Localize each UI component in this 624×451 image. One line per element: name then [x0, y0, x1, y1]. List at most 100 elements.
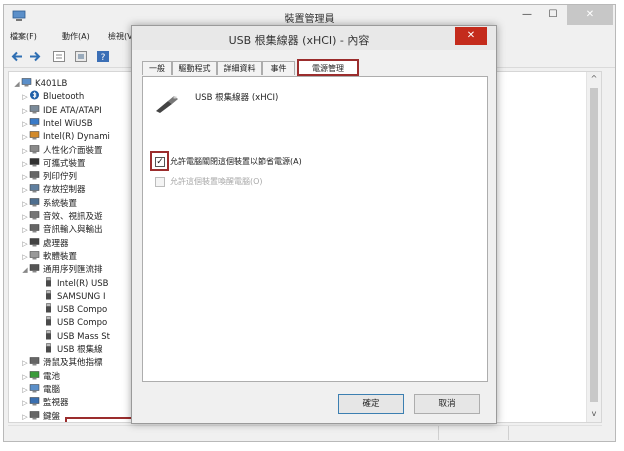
tree-item[interactable]: ▷ 存放控制器 [21, 183, 86, 196]
computer-icon [29, 383, 40, 393]
tree-item[interactable]: USB Mass St [35, 329, 110, 343]
usb-plug-icon [43, 329, 54, 340]
tree-item[interactable]: ▷ 軟體裝置 [21, 250, 77, 263]
tree-item[interactable]: USB 根集線 [35, 343, 103, 356]
tree-item-label: 電腦 [43, 384, 61, 395]
scroll-thumb[interactable] [590, 88, 598, 402]
allow-power-off-label[interactable]: 允許電腦關閉這個裝置以節省電源(A) [170, 156, 302, 168]
expand-arrow-icon[interactable]: ▷ [21, 118, 29, 131]
tree-item[interactable]: USB Compo [35, 316, 107, 329]
expand-arrow-icon[interactable]: ▷ [21, 384, 29, 397]
usb-plug-icon [43, 303, 54, 313]
expand-arrow-icon[interactable]: ▷ [21, 198, 29, 211]
allow-wake-label: 允許這個裝置喚醒電腦(O) [170, 177, 263, 186]
tree-item[interactable]: SAMSUNG I [35, 289, 106, 303]
tree-item[interactable]: ▷ 鍵盤 [21, 410, 60, 423]
storage-controller-icon [29, 183, 40, 193]
tab-power-management[interactable]: 電源管理 [297, 59, 359, 76]
tab-general[interactable]: 一般 [142, 61, 172, 75]
audio-io-icon [29, 223, 40, 233]
properties-icon[interactable] [52, 50, 66, 63]
ok-button[interactable]: 確定 [338, 394, 404, 414]
tree-item[interactable]: ▷ 音效、視訊及遊 [21, 210, 103, 223]
dialog-close-button[interactable]: ✕ [455, 27, 487, 45]
tree-item[interactable]: ▷ Intel(R) Dynami [21, 130, 110, 143]
vertical-scrollbar[interactable]: ^ v [586, 72, 601, 422]
tree-item[interactable]: ▷ 處理器 [21, 237, 69, 250]
expand-arrow-icon[interactable]: ▷ [21, 251, 29, 264]
menu-file[interactable]: 檔案(F) [10, 31, 37, 42]
expand-arrow-icon[interactable]: ▷ [21, 211, 29, 224]
tree-item-label: SAMSUNG I [57, 291, 106, 302]
expand-arrow-icon[interactable]: ▷ [21, 357, 29, 370]
expand-arrow-icon[interactable]: ◢ [21, 264, 29, 277]
cancel-button[interactable]: 取消 [414, 394, 480, 414]
portable-device-icon [29, 157, 40, 167]
tree-item-label: 系統裝置 [43, 198, 78, 209]
keyboard-icon [29, 410, 40, 420]
expand-arrow-icon[interactable]: ▷ [21, 371, 29, 384]
main-close-button[interactable]: ✕ [567, 5, 613, 25]
tree-item-label: USB 根集線 [57, 345, 103, 355]
usb-plug-icon [43, 276, 54, 287]
tree-item-label: 電池 [43, 371, 61, 382]
tree-item[interactable]: USB Compo [35, 303, 107, 316]
tree-item[interactable]: ▷ 電池 [21, 370, 60, 383]
tree-item[interactable]: ◢ 通用序列匯流排 [21, 263, 103, 276]
expand-arrow-icon[interactable]: ▷ [21, 397, 29, 410]
expand-arrow-icon[interactable]: ▷ [21, 171, 29, 184]
power-management-panel: USB 根集線器 (xHCI) ✓ 允許電腦關閉這個裝置以節省電源(A) 允許這… [142, 76, 488, 382]
forward-arrow-icon[interactable] [28, 50, 42, 63]
tree-item-label: Intel(R) USB [57, 278, 109, 289]
expand-arrow-icon[interactable]: ▷ [21, 224, 29, 237]
expand-arrow-icon[interactable]: ◢ [13, 78, 21, 91]
tree-item[interactable]: ▷ 可攜式裝置 [21, 157, 86, 170]
update-icon[interactable] [74, 50, 88, 63]
usb-device-icon [156, 96, 178, 113]
expand-arrow-icon[interactable]: ▷ [21, 91, 29, 104]
tree-item-label: USB Compo [57, 305, 108, 316]
usb-plug-icon [43, 343, 54, 353]
tree-item[interactable]: ▷ 滑鼠及其他指標 [21, 356, 103, 369]
tree-item[interactable]: ▷ 音訊輸入與輸出 [21, 223, 103, 236]
computer-icon [21, 77, 32, 87]
tree-item[interactable]: ▷ 列印佇列 [21, 170, 77, 183]
tab-driver[interactable]: 驅動程式 [172, 61, 217, 75]
maximize-button[interactable]: ☐ [541, 5, 565, 25]
allow-power-off-checkbox[interactable]: ✓ [155, 157, 165, 167]
scroll-up-icon[interactable]: ^ [587, 74, 601, 83]
tree-item[interactable]: ▷ IDE ATA/ATAPI [21, 104, 102, 117]
tree-item[interactable]: Intel(R) USB [35, 276, 109, 290]
expand-arrow-icon[interactable]: ▷ [21, 184, 29, 197]
expand-arrow-icon[interactable]: ▷ [21, 238, 29, 251]
audio-icon [29, 210, 40, 220]
tree-item[interactable]: ▷ Bluetooth [21, 90, 84, 103]
tree-item-label: 監視器 [43, 398, 69, 409]
tree-item[interactable]: ▷ 人性化介面裝置 [21, 144, 103, 157]
device-name: USB 根集線器 (xHCI) [195, 93, 279, 103]
tree-item-label: 列印佇列 [43, 172, 78, 183]
menu-action[interactable]: 動作(A) [62, 31, 90, 42]
expand-arrow-icon[interactable]: ▷ [21, 105, 29, 118]
scroll-down-icon[interactable]: v [587, 409, 601, 418]
expand-arrow-icon[interactable]: ▷ [21, 131, 29, 144]
allow-wake-checkbox [155, 177, 165, 187]
tree-item[interactable]: ▷ Intel WiUSB [21, 117, 93, 130]
dialog-title: USB 根集線器 (xHCI) - 內容 [228, 34, 370, 47]
help-icon[interactable]: ? [96, 50, 110, 63]
tree-item[interactable]: ◢ K401LB [13, 77, 67, 90]
svg-text:?: ? [101, 53, 106, 63]
expand-arrow-icon[interactable]: ▷ [21, 145, 29, 158]
intel-dynamic-icon [29, 130, 40, 140]
expand-arrow-icon[interactable]: ▷ [21, 158, 29, 171]
expand-arrow-icon[interactable]: ▷ [21, 411, 29, 423]
tree-item[interactable]: ▷ 監視器 [21, 396, 69, 409]
back-arrow-icon[interactable] [10, 50, 24, 63]
tree-item[interactable]: ▷ 電腦 [21, 383, 60, 396]
tab-events[interactable]: 事件 [262, 61, 295, 75]
wiusb-icon [29, 117, 40, 127]
minimize-button[interactable]: — [515, 5, 539, 25]
tree-item[interactable]: ▷ 系統裝置 [21, 197, 77, 210]
tree-item-label: Intel(R) Dynami [43, 132, 110, 143]
tab-details[interactable]: 詳細資料 [217, 61, 262, 75]
